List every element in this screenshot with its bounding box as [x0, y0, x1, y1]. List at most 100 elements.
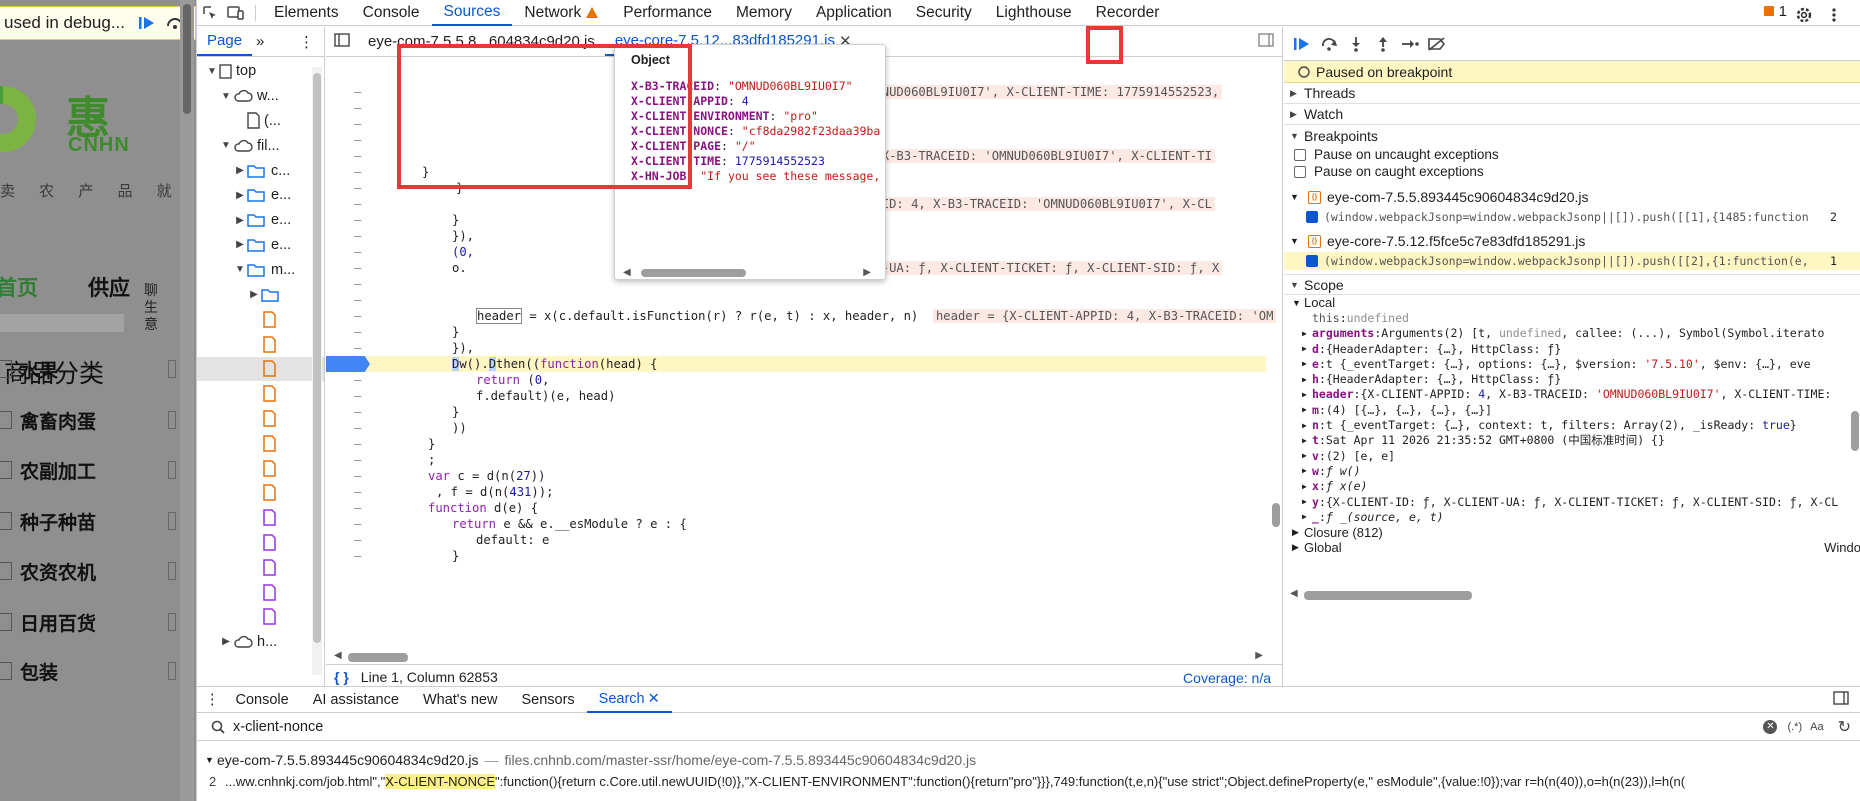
search-input[interactable]: x-client-nonce — [233, 719, 1493, 735]
pause-uncaught-checkbox[interactable]: Pause on uncaught exceptions — [1284, 146, 1860, 163]
deactivate-breakpoints-button[interactable] — [1423, 30, 1450, 57]
tree-folder[interactable]: ▶ e... — [197, 183, 324, 208]
category-item[interactable]: 日用百货 — [0, 607, 196, 637]
scope-var[interactable]: ▶ d: {HeaderAdapter: {…}, HttpClass: ƒ} — [1284, 341, 1860, 356]
tab-lighthouse[interactable]: Lighthouse — [984, 0, 1084, 26]
tree-file-selected[interactable] — [197, 356, 324, 382]
object-preview-popover[interactable]: Object X-B3-TRACEID: "OMNUD060BL9IU0I7" … — [614, 44, 886, 280]
tree-top[interactable]: ▼ top — [197, 59, 324, 84]
step-button[interactable] — [1396, 30, 1423, 57]
nav-supply-link[interactable]: 供应 — [88, 272, 130, 302]
tab-memory[interactable]: Memory — [724, 0, 804, 26]
tab-security[interactable]: Security — [904, 0, 984, 26]
inspect-element-icon[interactable] — [197, 0, 223, 26]
category-item[interactable]: 种子种苗 — [0, 506, 196, 536]
breakpoint-file[interactable]: ▼{} eye-core-7.5.12.f5fce5c7e83dfd185291.… — [1284, 230, 1860, 252]
refresh-icon[interactable]: ↻ — [1838, 717, 1851, 737]
settings-gear-icon[interactable] — [1791, 2, 1817, 28]
close-tab-icon[interactable]: ✕ — [648, 691, 660, 707]
category-item[interactable]: 农资农机 — [0, 556, 196, 586]
tree-folder[interactable]: ▶ e... — [197, 233, 324, 258]
navigator-menu-icon[interactable]: ⋮ — [299, 33, 314, 51]
section-threads[interactable]: ▶ Threads — [1284, 83, 1860, 104]
tab-page[interactable]: Page — [197, 27, 253, 56]
tree-file[interactable] — [197, 456, 324, 481]
tree-folder[interactable]: ▼ m... — [197, 257, 324, 282]
scope-var[interactable]: ▶ v: (2) [e, e] — [1284, 448, 1860, 463]
scope-closure[interactable]: ▶ Closure (812) — [1284, 524, 1860, 540]
tree-file[interactable] — [197, 406, 324, 431]
tree-folder[interactable]: ▶ — [197, 282, 324, 307]
drawer-tab-console[interactable]: Console — [224, 687, 301, 713]
more-options-icon[interactable] — [1821, 2, 1847, 28]
tree-folder[interactable]: ▶ e... — [197, 208, 324, 233]
tree-file[interactable] — [197, 505, 324, 530]
scope-var[interactable]: ▶ h: {HeaderAdapter: {…}, HttpClass: ƒ} — [1284, 371, 1860, 386]
category-item[interactable]: 包装 — [0, 656, 196, 686]
tab-sources[interactable]: Sources — [431, 0, 513, 26]
section-scope[interactable]: ▼ Scope — [1284, 274, 1860, 295]
drawer-tab-ai-assistance[interactable]: AI assistance — [301, 687, 411, 713]
scope-var[interactable]: ▶ _: ƒ _(source, e, t) — [1284, 509, 1860, 524]
debugger-scrollbar[interactable] — [1849, 317, 1860, 587]
scope-var[interactable]: ▶ arguments: Arguments(2) [t, undefined, … — [1284, 326, 1860, 341]
tab-application[interactable]: Application — [804, 0, 904, 26]
tree-file[interactable] — [197, 481, 324, 506]
tab-network[interactable]: Network — [512, 0, 611, 26]
tab-elements[interactable]: Elements — [262, 0, 351, 26]
breakpoint-entry-active[interactable]: (window.webpackJsonp=window.webpackJsonp… — [1284, 252, 1860, 270]
nav-home-link[interactable]: 首页 — [0, 272, 38, 302]
scope-var[interactable]: ▶ y: {X-CLIENT-ID: ƒ, X-CLIENT-UA: ƒ, X-C… — [1284, 494, 1860, 509]
breakpoint-marker[interactable] — [326, 356, 370, 372]
drawer-tab-whats-new[interactable]: What's new — [411, 687, 510, 713]
editor-horizontal-scrollbar[interactable]: ◀ ▶ — [326, 649, 1283, 665]
editor-tab-eye-com[interactable]: eye-com-7.5.5.8...604834c9d20.js — [358, 27, 605, 56]
tab-performance[interactable]: Performance — [611, 0, 724, 26]
tree-file[interactable] — [197, 381, 324, 406]
nav-chat-link[interactable]: 聊生意 — [144, 282, 160, 333]
page-scroll-thumb[interactable] — [183, 4, 191, 114]
category-item[interactable]: 禽畜肉蛋 — [0, 405, 196, 435]
scope-var[interactable]: ▶ x: ƒ x(e) — [1284, 479, 1860, 494]
scope-var[interactable]: ▶ e: t {_eventTarget: {…}, options: {…}, … — [1284, 356, 1860, 371]
tree-file[interactable] — [197, 580, 324, 605]
tree-w[interactable]: ▼ w... — [197, 84, 324, 109]
site-logo[interactable]: 惠 CNHN — [0, 80, 160, 170]
device-toolbar-icon[interactable] — [223, 0, 249, 26]
drawer-tab-sensors[interactable]: Sensors — [509, 687, 586, 713]
tree-file[interactable] — [197, 307, 324, 332]
scope-var[interactable]: ▶ t: Sat Apr 11 2026 21:35:52 GMT+0800 (中… — [1284, 433, 1860, 448]
tree-doc[interactable]: (... — [197, 109, 324, 134]
drawer-tab-search[interactable]: Search ✕ — [586, 687, 672, 713]
section-breakpoints[interactable]: ▼ Breakpoints — [1284, 125, 1860, 146]
navigator-scrollbar[interactable] — [312, 67, 322, 675]
debugger-horizontal-scrollbar[interactable]: ◀ — [1284, 587, 1860, 603]
breakpoint-entry[interactable]: (window.webpackJsonp=window.webpackJsonp… — [1284, 208, 1860, 226]
tree-folder[interactable]: ▶ c... — [197, 158, 324, 183]
resume-button[interactable] — [1288, 30, 1315, 57]
tree-h[interactable]: ▶ h... — [197, 629, 324, 654]
step-over-button[interactable] — [1315, 30, 1342, 57]
more-tabs-chevron-icon[interactable]: » — [256, 33, 264, 50]
pause-caught-checkbox[interactable]: Pause on caught exceptions — [1284, 163, 1860, 180]
coverage-link[interactable]: Coverage: n/a — [1183, 670, 1271, 686]
clear-search-icon[interactable]: ✕ — [1763, 719, 1778, 734]
dock-drawer-icon[interactable] — [1833, 690, 1849, 709]
tree-file[interactable] — [197, 530, 324, 555]
category-item[interactable]: 水果 — [0, 354, 196, 384]
current-breakpoint-line[interactable]: Dw().Dthen((function(head) { — [326, 356, 1266, 372]
regex-toggle-icon[interactable]: (.*) — [1787, 721, 1802, 733]
tree-file[interactable] — [197, 605, 324, 630]
match-case-icon[interactable]: Aa — [1810, 721, 1823, 733]
toggle-debugger-icon[interactable] — [1258, 32, 1274, 51]
search-result-file[interactable]: ▼ eye-com-7.5.5.893445c90604834c9d20.js … — [197, 749, 1860, 771]
toggle-navigator-icon[interactable] — [334, 32, 350, 51]
scope-global[interactable]: ▶ Global Windo — [1284, 540, 1860, 555]
resume-icon[interactable] — [136, 12, 158, 34]
tree-file[interactable] — [197, 332, 324, 357]
breakpoint-file[interactable]: ▼{} eye-com-7.5.5.893445c90604834c9d20.js — [1284, 186, 1860, 208]
category-item[interactable]: 农副加工 — [0, 455, 196, 485]
scope-var[interactable]: ▶ n: t {_eventTarget: {…}, context: t, fi… — [1284, 417, 1860, 432]
tree-files[interactable]: ▼ fil... — [197, 133, 324, 158]
search-result-line[interactable]: 2 ...ww.cnhnkj.com/job.html"," X-CLIENT-N… — [197, 771, 1860, 791]
